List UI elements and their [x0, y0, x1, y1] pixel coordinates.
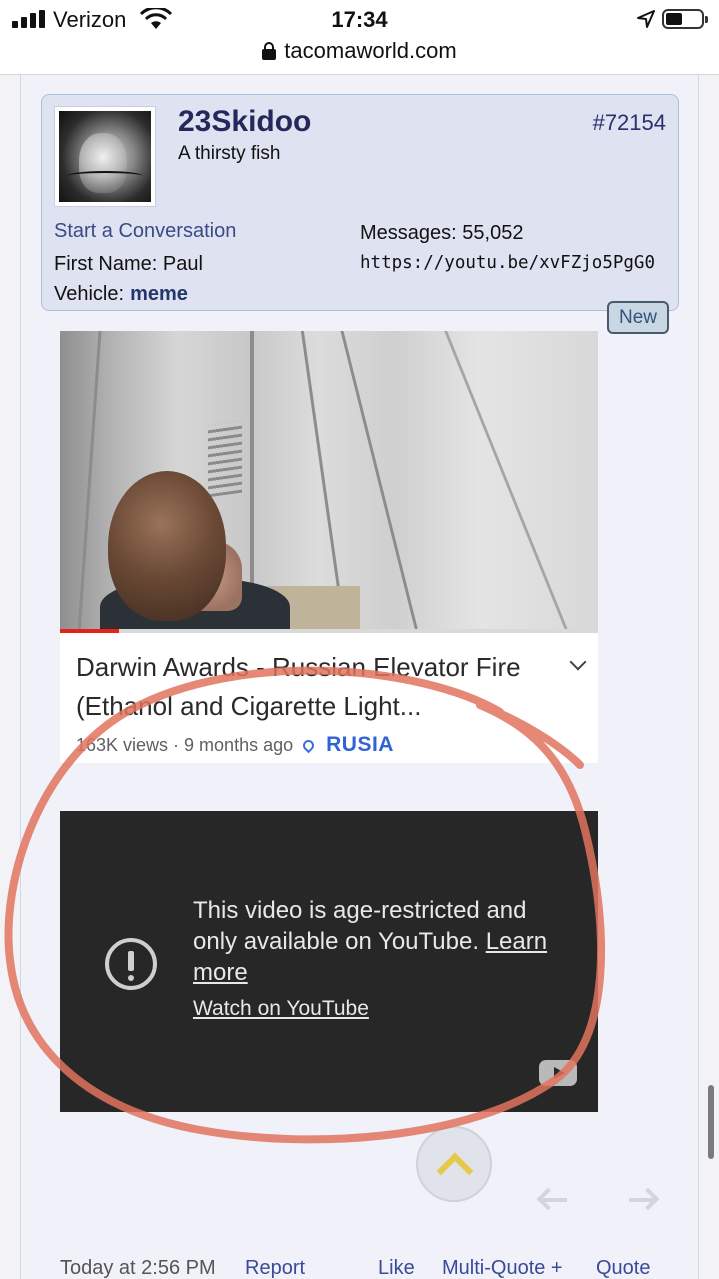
arrow-right-icon[interactable] — [625, 1183, 660, 1217]
username-link[interactable]: 23Skidoo — [178, 105, 311, 139]
messages-count: Messages: 55,052 — [360, 222, 524, 244]
youtube-logo-icon[interactable] — [539, 1060, 577, 1086]
chevron-down-icon[interactable] — [569, 653, 587, 671]
scrollbar[interactable] — [708, 1085, 714, 1159]
age-restricted-video: This video is age-restricted and only av… — [60, 811, 598, 1112]
restricted-message-text: This video is age-restricted and only av… — [193, 897, 527, 955]
person-in-video — [108, 471, 226, 621]
video-info[interactable]: Darwin Awards - Russian Elevator Fire (E… — [60, 633, 598, 763]
location-pin-icon — [300, 737, 317, 753]
video-location-link[interactable]: RUSIA — [326, 733, 394, 757]
url-text[interactable]: tacomaworld.com — [284, 38, 456, 64]
user-title: A thirsty fish — [178, 143, 281, 164]
avatar[interactable] — [54, 106, 156, 207]
video-title[interactable]: Darwin Awards - Russian Elevator Fire (E… — [76, 648, 566, 726]
report-link[interactable]: Report — [245, 1257, 305, 1279]
location-arrow-icon — [637, 10, 655, 28]
profile-link-text: https://youtu.be/xvFZjo5PgG0 — [360, 253, 656, 273]
start-conversation-link[interactable]: Start a Conversation — [54, 220, 236, 243]
scroll-top-button[interactable] — [416, 1126, 492, 1202]
lock-icon — [262, 42, 277, 60]
post-date: Today at 2:56 PM — [60, 1257, 216, 1279]
elevator-button-panel — [208, 420, 242, 498]
first-name-field: First Name: Paul — [54, 253, 203, 275]
arrow-left-icon[interactable] — [536, 1183, 571, 1217]
clock: 17:34 — [331, 7, 388, 32]
post-footer: Today at 2:56 PM Report Like Multi-Quote… — [60, 1257, 690, 1279]
page-content: 23Skidoo A thirsty fish #72154 Start a C… — [0, 75, 719, 1279]
status-bar: Verizon 17:34 — [0, 0, 719, 40]
post-panel: 23Skidoo A thirsty fish #72154 Start a C… — [20, 75, 699, 1279]
vehicle-value: meme — [130, 283, 188, 305]
video-thumbnail[interactable] — [60, 331, 598, 632]
address-bar[interactable]: tacomaworld.com — [0, 36, 719, 74]
restricted-message: This video is age-restricted and only av… — [193, 895, 553, 988]
video-views: 163K views · 9 months ago — [76, 734, 294, 755]
user-card: 23Skidoo A thirsty fish #72154 Start a C… — [41, 94, 679, 311]
vehicle-label: Vehicle: — [54, 283, 125, 305]
chevron-up-icon — [436, 1152, 474, 1190]
post-number-link[interactable]: #72154 — [593, 110, 666, 136]
quote-link[interactable]: Quote — [596, 1257, 650, 1279]
multi-quote-link[interactable]: Multi-Quote + — [442, 1257, 563, 1279]
battery-icon — [662, 9, 708, 29]
new-badge: New — [607, 301, 669, 334]
warning-icon — [105, 938, 157, 990]
vehicle-field: Vehicle: meme — [54, 283, 188, 306]
watch-on-youtube-link[interactable]: Watch on YouTube — [193, 997, 369, 1021]
like-link[interactable]: Like — [378, 1257, 415, 1279]
video-meta: 163K views · 9 months ago RUSIA — [76, 733, 394, 757]
